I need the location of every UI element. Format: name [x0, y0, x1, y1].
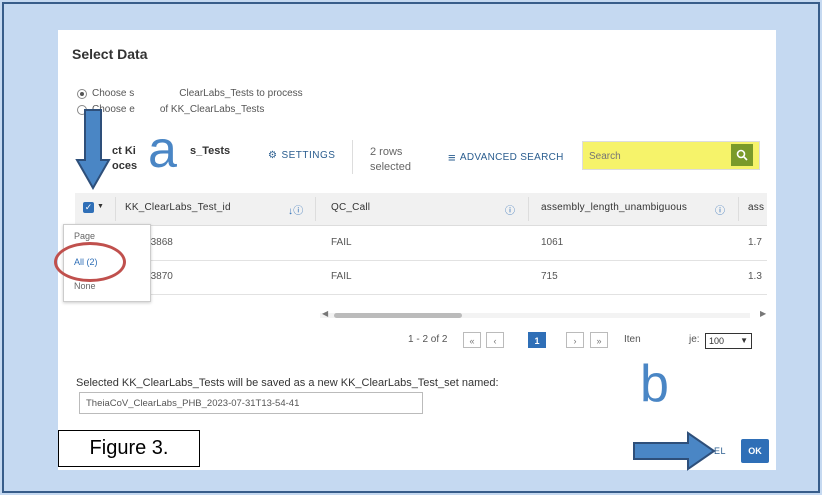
highlight-circle [54, 242, 126, 282]
ok-button[interactable]: OK [741, 439, 769, 463]
advanced-search-label: ADVANCED SEARCH [459, 152, 564, 163]
items-per-page-value: 100 [709, 336, 725, 346]
toolbar-divider [352, 140, 353, 174]
column-header-assembly-length[interactable]: assembly_length_unambiguous [541, 202, 687, 213]
table-header: ✓ ▼ KK_ClearLabs_Test_id ↓ⓘ QC_Call ⓘ as… [75, 193, 767, 226]
table-row[interactable]: -00003870 FAIL 715 1.3 [75, 260, 767, 295]
rows-selected-count: 2 rows selected [370, 145, 411, 175]
radio-label-2b: of KK_ClearLabs_Tests [159, 104, 265, 115]
set-name-input[interactable]: TheiaCoV_ClearLabs_PHB_2023-07-31T13-54-… [79, 392, 423, 414]
table-subtitle: oces [112, 160, 138, 172]
rows-selected-line1: 2 rows [370, 146, 403, 158]
table-name-part-b: s_Tests [190, 145, 231, 157]
scroll-left-icon[interactable]: ◀ [322, 309, 328, 318]
figure-caption: Figure 3. [58, 430, 200, 467]
pager-first-button[interactable]: « [463, 332, 481, 348]
filter-icon: ≡ [448, 150, 456, 165]
column-header-qc-call[interactable]: QC_Call [331, 202, 370, 213]
down-arrow-icon [75, 109, 111, 190]
radio-label-1b: ClearLabs_Tests to process [179, 88, 303, 99]
select-menu-none[interactable]: None [74, 281, 96, 291]
chevron-down-icon: ▼ [740, 336, 748, 345]
saved-set-label: Selected KK_ClearLabs_Tests will be save… [76, 377, 499, 389]
table-row[interactable]: -00003868 FAIL 1061 1.7 [75, 226, 767, 261]
select-all-checkbox[interactable]: ✓ [83, 202, 94, 213]
horizontal-scrollbar-thumb[interactable] [334, 313, 462, 318]
pager-next-button[interactable]: › [566, 332, 584, 348]
search-input[interactable] [587, 146, 725, 166]
cell-assembly-length: 1061 [541, 237, 564, 248]
info-icon[interactable]: ⓘ [505, 202, 515, 217]
chevron-down-icon[interactable]: ▼ [97, 203, 104, 210]
annotation-letter-a: a [148, 121, 177, 179]
pager-current-page[interactable]: 1 [528, 332, 546, 348]
column-divider [315, 197, 316, 221]
search-button[interactable] [731, 144, 753, 166]
annotation-letter-b: b [640, 355, 669, 413]
scroll-right-icon[interactable]: ▶ [760, 309, 766, 318]
cell-extra: 1.7 [748, 237, 762, 248]
dialog-title: Select Data [72, 46, 148, 62]
column-header-ass[interactable]: ass [748, 202, 764, 213]
settings-label: SETTINGS [281, 150, 336, 161]
cell-qc-call: FAIL [331, 237, 352, 248]
pager-last-button[interactable]: » [590, 332, 608, 348]
cell-extra: 1.3 [748, 271, 762, 282]
settings-button[interactable]: ⚙ SETTINGS [268, 150, 335, 161]
radio-on-icon [77, 88, 87, 99]
table-name-part-a: ct Ki [112, 145, 136, 157]
search-box [582, 141, 760, 170]
radio-process-selected[interactable]: Choose s ClearLabs_Tests to process [77, 88, 303, 99]
rows-selected-line2: selected [370, 161, 411, 173]
cell-assembly-length: 715 [541, 271, 558, 282]
column-divider [738, 197, 739, 221]
items-per-page-label-end: je: [689, 334, 700, 345]
select-menu-page[interactable]: Page [74, 231, 95, 241]
advanced-search-button[interactable]: ≡ ADVANCED SEARCH [448, 150, 564, 165]
search-icon [736, 149, 748, 161]
sort-descending-icon[interactable]: ↓ⓘ [288, 202, 303, 217]
column-divider [528, 197, 529, 221]
column-divider [115, 197, 116, 221]
gear-icon: ⚙ [268, 150, 278, 161]
cell-qc-call: FAIL [331, 271, 352, 282]
info-icon[interactable]: ⓘ [715, 202, 725, 217]
items-per-page-select[interactable]: 100 ▼ [705, 333, 752, 349]
pager-range: 1 - 2 of 2 [408, 334, 448, 345]
radio-label-1: Choose s [92, 88, 135, 99]
pager-prev-button[interactable]: ‹ [486, 332, 504, 348]
column-header-test-id[interactable]: KK_ClearLabs_Test_id [125, 202, 231, 213]
items-per-page-label: Iten [624, 334, 641, 345]
right-arrow-icon [633, 431, 716, 471]
